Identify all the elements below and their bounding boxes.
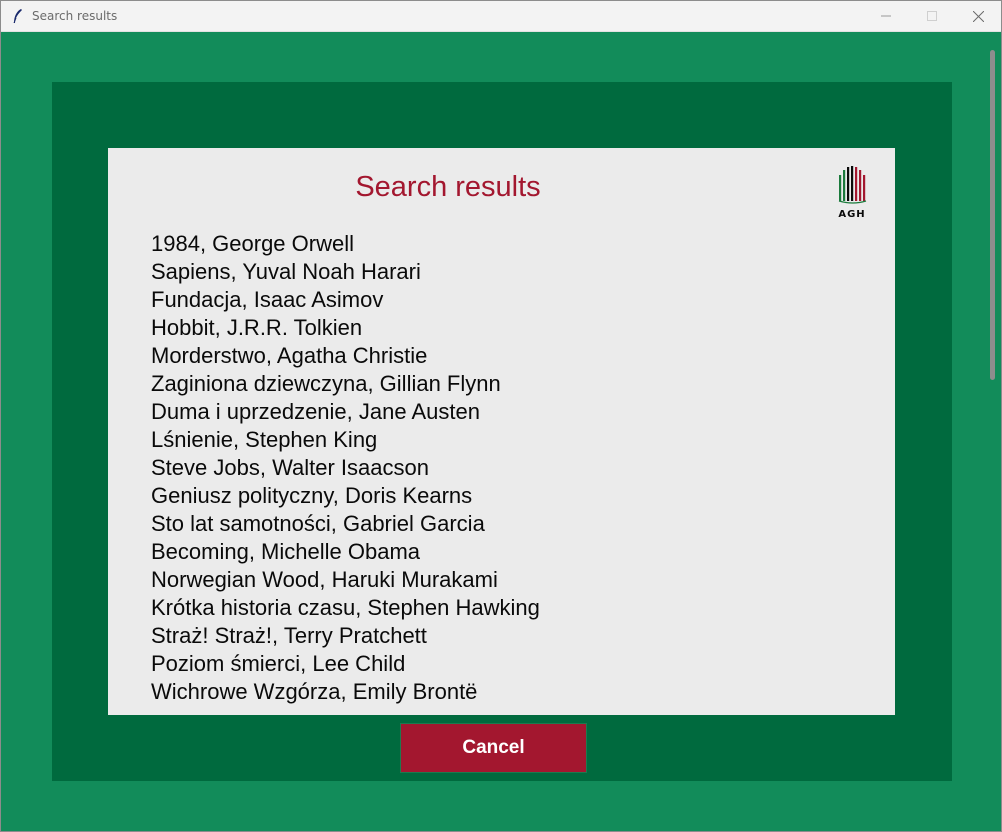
list-item: Geniusz polityczny, Doris Kearns (151, 483, 473, 508)
close-button[interactable] (955, 1, 1001, 31)
list-item: Duma i uprzedzenie, Jane Austen (151, 399, 480, 424)
list-item: Poziom śmierci, Lee Child (151, 651, 406, 676)
list-item: Krótka historia czasu, Stephen Hawking (151, 595, 540, 620)
list-item: Steve Jobs, Walter Isaacson (151, 455, 429, 480)
results-panel: Search results AGH 1984, George Orwell S… (108, 148, 895, 715)
list-item: Wichrowe Wzgórza, Emily Brontë (151, 679, 478, 704)
app-window: Search results Search results AGH 1984, … (0, 0, 1002, 832)
title-bar[interactable]: Search results (1, 1, 1001, 32)
list-item: Lśnienie, Stephen King (151, 427, 378, 452)
agh-logo: AGH (838, 166, 867, 220)
list-item: Zaginiona dziewczyna, Gillian Flynn (151, 371, 501, 396)
feather-icon (13, 9, 22, 24)
close-icon (972, 10, 984, 22)
list-item: Morderstwo, Agatha Christie (151, 343, 428, 368)
agh-logo-text: AGH (838, 209, 865, 220)
list-item: Straż! Straż!, Terry Pratchett (151, 623, 427, 648)
maximize-icon (927, 11, 937, 21)
cancel-button[interactable]: Cancel (401, 724, 586, 772)
scrollbar-thumb[interactable] (990, 50, 995, 380)
list-item: Sapiens, Yuval Noah Harari (151, 259, 421, 284)
list-item: Hobbit, J.R.R. Tolkien (151, 315, 363, 340)
window-title: Search results (32, 9, 118, 23)
list-item: 1984, George Orwell (151, 231, 354, 256)
list-item: Norwegian Wood, Haruki Murakami (151, 567, 498, 592)
list-item: Fundacja, Isaac Asimov (151, 287, 384, 312)
window-content: Search results AGH 1984, George Orwell S… (1, 32, 1001, 831)
page-title: Search results (355, 171, 541, 203)
list-item: Becoming, Michelle Obama (151, 539, 421, 564)
minimize-icon (881, 15, 891, 17)
outer-frame: Search results AGH 1984, George Orwell S… (52, 82, 952, 781)
list-item: Sto lat samotności, Gabriel Garcia (151, 511, 485, 536)
results-list: 1984, George Orwell Sapiens, Yuval Noah … (151, 230, 540, 706)
maximize-button[interactable] (909, 1, 955, 31)
minimize-button[interactable] (863, 1, 909, 31)
